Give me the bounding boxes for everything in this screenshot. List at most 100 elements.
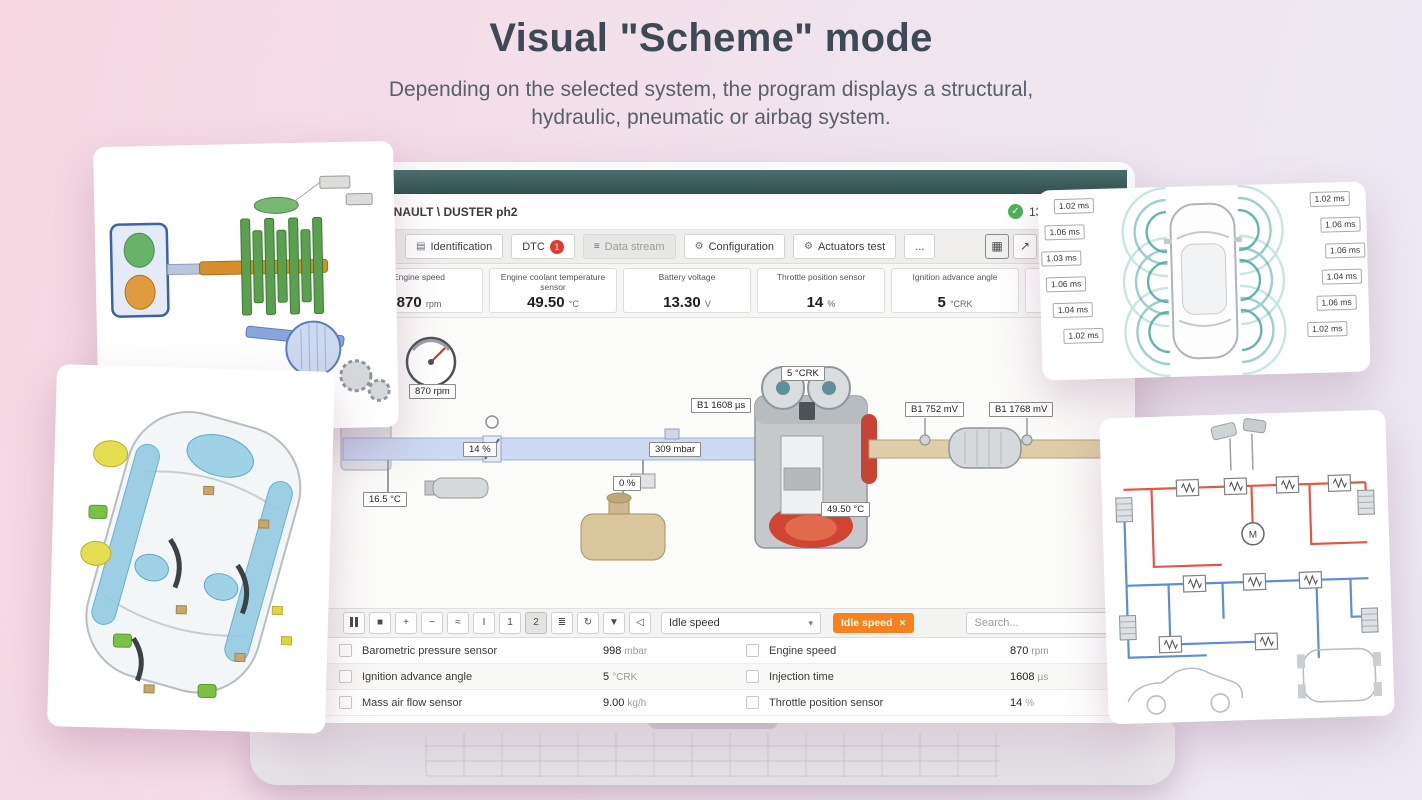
filter-tag[interactable]: Idle speed × <box>833 613 914 633</box>
tab-data-stream[interactable]: ≡ Data stream <box>582 234 676 259</box>
zoom-out-button[interactable]: − <box>421 612 443 634</box>
sensor-card[interactable]: Engine coolant temperature sensor 49.50 … <box>489 268 617 313</box>
parameter-unit: % <box>1025 697 1035 709</box>
connection-check-icon: ✓ <box>1008 204 1023 219</box>
parameter-unit: µs <box>1037 671 1049 683</box>
sensor-card[interactable]: Battery voltage 13.30 V <box>623 268 751 313</box>
parameter-name: Throttle position sensor <box>769 696 884 709</box>
scheme-label-ignition-advance: 5 °CRK <box>781 366 825 381</box>
parameter-unit: mbar <box>624 645 648 657</box>
scheme-label-coolant-temp: 49.50 °C <box>821 502 871 517</box>
parameter-name: Injection time <box>769 670 834 683</box>
filter-tag-close-icon[interactable]: × <box>899 617 905 629</box>
table-row[interactable]: Barometric pressure sensor 998 mbar <box>313 638 720 664</box>
sensor-reading: 1.02 ms <box>1309 190 1350 208</box>
row-checkbox[interactable] <box>339 644 352 657</box>
page-title: Visual "Scheme" mode <box>489 16 933 60</box>
table-row[interactable]: Ignition advance angle 5 °CRK <box>313 664 720 690</box>
window-chrome-bar <box>313 170 1127 194</box>
engine-scheme-view: 870 rpm B1 1608 µs 5 °CRK B1 752 mV B1 1… <box>313 318 1127 608</box>
graph-mode-button[interactable]: ≈ <box>447 612 469 634</box>
stream-toolbar: ■ + − ≈ Ι 1 2 ≣ ↻ ▼ ◁ Idle speed ▾ Idle … <box>313 608 1127 638</box>
sensor-card-strip: Engine speed 870 rpm Engine coolant temp… <box>313 264 1127 318</box>
row-checkbox[interactable] <box>746 696 759 709</box>
tab-dtc[interactable]: DTC 1 <box>511 234 575 259</box>
scheme-label-lambda-downstream: B1 1768 mV <box>989 402 1054 417</box>
ruler-button[interactable]: Ι <box>473 612 495 634</box>
parameter-name: Mass air flow sensor <box>362 696 463 709</box>
sensor-reading: 1.06 ms <box>1044 224 1086 241</box>
laptop-screen: RENAULT \ DUSTER ph2 ✓ 13. ▤ Identificat… <box>305 162 1135 723</box>
engine-scheme-graphic <box>340 336 1110 561</box>
parameter-name: Ignition advance angle <box>362 670 473 683</box>
list-view-button[interactable]: ≣ <box>551 612 573 634</box>
pause-button[interactable] <box>343 612 365 634</box>
parameter-value: 1608 <box>1010 670 1035 683</box>
gear-icon: ⚙ <box>694 241 704 252</box>
sound-button[interactable]: ◁ <box>629 612 651 634</box>
parameter-name: Barometric pressure sensor <box>362 644 498 657</box>
chart-view-button[interactable]: ↗ <box>1013 234 1037 259</box>
chevron-down-icon: ▾ <box>808 617 813 628</box>
page-subtitle-line-2: hydraulic, pneumatic or airbag system. <box>531 106 891 129</box>
page-2-button[interactable]: 2 <box>525 612 547 634</box>
parameter-table: Barometric pressure sensor 998 mbar Ignit… <box>313 638 1127 723</box>
sensor-reading: 1.02 ms <box>1053 198 1095 215</box>
parameter-unit: rpm <box>1031 645 1049 657</box>
tab-configuration[interactable]: ⚙ Configuration <box>683 234 785 259</box>
table-row[interactable]: Engine speed 870 rpm <box>720 638 1127 664</box>
vehicle-breadcrumb: RENAULT \ DUSTER ph2 <box>377 205 518 219</box>
row-checkbox[interactable] <box>339 670 352 683</box>
parameter-value: 14 <box>1010 696 1023 709</box>
tab-bar: ▤ Identification DTC 1 ≡ Data stream ⚙ C… <box>313 230 1127 264</box>
search-input[interactable] <box>965 612 1116 634</box>
table-row[interactable]: Throttle position sensor 14% <box>720 690 1127 716</box>
parameter-value: 998 <box>603 644 622 657</box>
card-pneumatic-suspension: M <box>1099 409 1395 725</box>
row-checkbox[interactable] <box>746 670 759 683</box>
filter-button[interactable]: ▼ <box>603 612 625 634</box>
page-1-button[interactable]: 1 <box>499 612 521 634</box>
page-subtitle-line-1: Depending on the selected system, the pr… <box>388 78 1034 101</box>
scheme-label-injection-time: B1 1608 µs <box>691 398 752 413</box>
parameter-unit: kg/h <box>627 697 647 709</box>
zoom-in-button[interactable]: + <box>395 612 417 634</box>
scheme-label-purge-valve: 0 % <box>613 476 642 491</box>
sensor-reading: 1.02 ms <box>1306 321 1348 338</box>
grid-view-button[interactable]: ▦ <box>985 234 1009 259</box>
sensor-reading: 1.06 ms <box>1045 276 1087 293</box>
parameter-unit: °CRK <box>612 671 638 683</box>
parameter-group-dropdown[interactable]: Idle speed ▾ <box>661 612 821 634</box>
sensor-reading: 1.04 ms <box>1321 268 1363 285</box>
sensor-card[interactable]: Ignition advance angle 5 °CRK <box>891 268 1019 313</box>
card-airbag-system <box>47 364 335 734</box>
tab-identification[interactable]: ▤ Identification <box>405 234 504 259</box>
table-row[interactable]: Injection time 1608 µs <box>720 664 1127 690</box>
scheme-label-throttle: 14 % <box>463 442 497 457</box>
sensor-reading: 1.06 ms <box>1316 294 1357 311</box>
tab-actuators-test[interactable]: ⚙ Actuators test <box>793 234 897 259</box>
gear-icon: ⚙ <box>804 241 813 252</box>
dtc-count-badge: 1 <box>549 239 564 254</box>
diagnostic-app-window: RENAULT \ DUSTER ph2 ✓ 13. ▤ Identificat… <box>313 170 1127 723</box>
stop-button[interactable]: ■ <box>369 612 391 634</box>
app-header: RENAULT \ DUSTER ph2 ✓ 13. <box>313 194 1127 230</box>
motor-label: M <box>1249 530 1258 541</box>
table-row[interactable]: Mass air flow sensor 9.00 kg/h <box>313 690 720 716</box>
sensor-reading: 1.03 ms <box>1041 250 1082 267</box>
parameter-value: 5 <box>603 670 610 683</box>
data-stream-icon: ≡ <box>593 241 600 252</box>
pneumatic-graphic: M <box>1115 418 1383 715</box>
sensor-card[interactable]: Throttle position sensor 14 % <box>757 268 885 313</box>
scheme-label-engine-speed: 870 rpm <box>409 384 456 399</box>
refresh-button[interactable]: ↻ <box>577 612 599 634</box>
tab-more[interactable]: ... <box>904 234 936 259</box>
promo-screenshot: Visual "Scheme" mode Depending on the se… <box>0 0 1422 800</box>
row-checkbox[interactable] <box>746 644 759 657</box>
parameter-value: 9.00 <box>603 696 625 709</box>
parameter-name: Engine speed <box>769 644 837 657</box>
row-checkbox[interactable] <box>339 696 352 709</box>
laptop-keys <box>425 733 1000 777</box>
scheme-label-intake-temp: 16.5 °C <box>363 492 407 507</box>
sensor-reading: 1.06 ms <box>1324 242 1366 259</box>
